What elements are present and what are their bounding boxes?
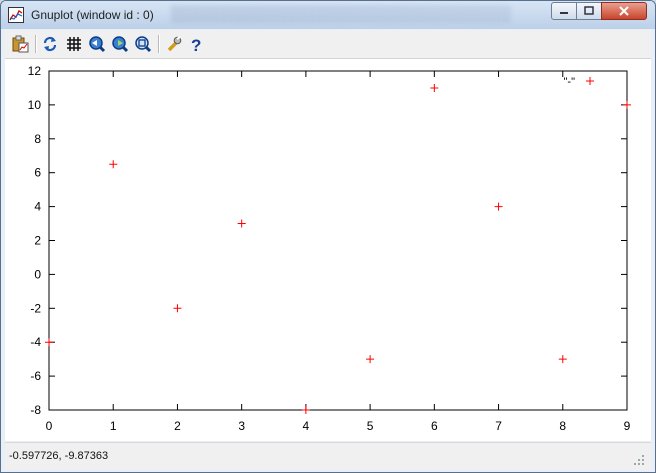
gnuplot-app-icon [8,7,24,23]
data-point [301,406,310,414]
options-button[interactable] [165,35,183,53]
help-icon: ? [191,36,201,53]
y-tick-label: 4 [34,200,41,214]
y-tick-label: -6 [30,369,41,383]
replot-icon [43,36,57,52]
status-coordinates: -0.597726, -9.87363 [9,450,109,462]
maximize-icon [584,6,594,15]
autoscale-button[interactable] [134,35,152,53]
y-tick-label: 12 [28,64,42,78]
data-point [494,202,503,211]
autoscale-icon [135,36,152,53]
close-button[interactable] [601,2,647,20]
x-tick-label: 7 [495,419,502,433]
x-tick-label: 0 [46,419,53,433]
y-tick-label: 0 [34,267,41,281]
minimize-icon [560,12,568,14]
y-tick-label: -8 [30,403,41,417]
zoom-next-icon [112,36,129,53]
x-tick-label: 4 [303,419,310,433]
x-tick-label: 6 [431,419,438,433]
x-tick-label: 3 [238,419,245,433]
maximize-button[interactable] [576,2,602,20]
title-bar[interactable]: Gnuplot (window id : 0) [1,1,655,29]
plot-frame [48,70,628,411]
x-tick-label: 9 [624,419,631,433]
close-icon [619,6,629,16]
replot-button[interactable] [41,35,59,53]
y-tick-label: -2 [30,301,41,315]
data-point [430,83,439,92]
copy-to-clipboard-icon [12,35,29,53]
options-icon [167,36,182,52]
zoom-previous-button[interactable] [88,35,106,53]
legend-label: "-" [564,76,576,88]
y-tick-label: -4 [30,335,41,349]
zoom-next-button[interactable] [111,35,129,53]
data-point [558,355,567,364]
data-point [237,219,246,228]
legend-marker [586,77,594,85]
plot-area[interactable]: 0 1 2 3 4 5 6 7 8 9 -8 -6 -4 -2 0 2 4 6 8 10 12 "-" [5,59,651,441]
grid-icon [67,37,81,51]
gnuplot-window: Gnuplot (window id : 0) ? 0 1 2 3 4 5 6 … [0,0,656,473]
data-point [623,100,631,109]
data-point [109,160,118,169]
toolbar: ? [5,30,651,59]
y-tick-label: 6 [34,166,41,180]
resize-grip-icon[interactable] [633,454,645,466]
toolbar-separator [35,35,37,53]
toolbar-separator [158,35,160,53]
background-blur [171,5,511,23]
status-bar: -0.597726, -9.87363 [5,442,651,470]
window-title: Gnuplot (window id : 0) [31,8,154,22]
zoom-previous-icon [89,36,106,53]
scatter-chart[interactable]: 0 1 2 3 4 5 6 7 8 9-8-6-4-2024681012"-" [5,59,651,441]
minimize-button[interactable] [551,2,577,20]
data-point [173,304,182,313]
data-point [366,355,375,364]
data-point [45,338,53,347]
x-tick-label: 5 [367,419,374,433]
x-tick-label: 2 [174,419,181,433]
svg-text:?: ? [191,36,201,53]
grid-button[interactable] [65,35,83,53]
help-button[interactable]: ? [188,35,206,53]
y-tick-label: 10 [28,98,42,112]
x-tick-label: 1 [110,419,117,433]
x-tick-label: 8 [559,419,566,433]
y-tick-label: 8 [34,132,41,146]
copy-to-clipboard-button[interactable] [11,35,29,53]
y-tick-label: 2 [34,234,41,248]
